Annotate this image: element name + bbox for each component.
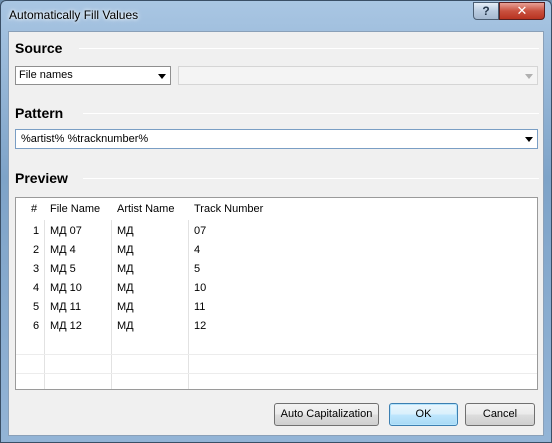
artist-name-cell: МД (117, 320, 134, 332)
pattern-input-value[interactable]: %artist% %tracknumber% (21, 133, 148, 145)
dialog-client-area: Source File names Pattern %artist% %trac… (8, 31, 544, 436)
track-number-cell: 5 (194, 263, 201, 275)
artist-name-cell: МД (117, 301, 134, 313)
source-section-title: Source (15, 40, 63, 56)
section-divider (83, 178, 539, 179)
row-divider (16, 354, 537, 355)
artist-name-cell: МД (117, 225, 134, 237)
row-divider (16, 373, 537, 374)
pattern-combobox[interactable]: %artist% %tracknumber% (15, 129, 538, 149)
row-index: 5 (33, 301, 40, 313)
section-divider (79, 48, 539, 49)
row-index: 1 (33, 225, 40, 237)
artist-name-cell: МД (117, 244, 134, 256)
source-dropdown-value: File names (19, 69, 73, 81)
preview-section-title: Preview (15, 170, 68, 186)
table-row[interactable]: 3 МД 5 МД 5 (16, 260, 537, 279)
table-row[interactable]: 2 МД 4 МД 4 (16, 241, 537, 260)
table-row[interactable]: 1 МД 07 МД 07 (16, 222, 537, 241)
source-secondary-dropdown (178, 66, 538, 85)
file-name-cell: МД 12 (50, 320, 82, 332)
ok-button[interactable]: OK (389, 403, 458, 426)
column-header-track-number[interactable]: Track Number (194, 203, 263, 215)
track-number-cell: 10 (194, 282, 207, 294)
preview-table[interactable]: # File Name Artist Name Track Number 1 М… (15, 197, 538, 390)
track-number-cell: 12 (194, 320, 207, 332)
source-dropdown[interactable]: File names (15, 66, 171, 85)
artist-name-cell: МД (117, 263, 134, 275)
track-number-cell: 11 (194, 301, 206, 313)
row-index: 3 (33, 263, 40, 275)
file-name-cell: МД 11 (50, 301, 82, 313)
close-button[interactable]: ✕ (499, 2, 545, 20)
column-header-artist-name[interactable]: Artist Name (117, 203, 174, 215)
file-name-cell: МД 07 (50, 225, 82, 237)
table-header: # File Name Artist Name Track Number (16, 198, 537, 220)
row-index: 4 (33, 282, 40, 294)
file-name-cell: МД 4 (50, 244, 76, 256)
pattern-section-title: Pattern (15, 105, 64, 121)
auto-capitalization-button[interactable]: Auto Capitalization (274, 403, 379, 426)
file-name-cell: МД 10 (50, 282, 82, 294)
chevron-down-icon (525, 74, 533, 79)
title-bar[interactable]: Automatically Fill Values ? ✕ (1, 1, 551, 31)
cancel-button[interactable]: Cancel (465, 403, 535, 426)
table-row[interactable]: 6 МД 12 МД 12 (16, 317, 537, 336)
chevron-down-icon[interactable] (525, 137, 533, 142)
row-index: 2 (33, 244, 40, 256)
row-index: 6 (33, 320, 40, 332)
window-title: Automatically Fill Values (9, 8, 139, 22)
track-number-cell: 07 (194, 225, 207, 237)
column-header-index[interactable]: # (31, 203, 37, 215)
file-name-cell: МД 5 (50, 263, 76, 275)
table-row[interactable]: 5 МД 11 МД 11 (16, 298, 537, 317)
help-button[interactable]: ? (473, 2, 499, 20)
chevron-down-icon (158, 74, 166, 79)
track-number-cell: 4 (194, 244, 201, 256)
section-divider (83, 113, 539, 114)
column-header-file-name[interactable]: File Name (50, 203, 100, 215)
dialog-window: Automatically Fill Values ? ✕ Source Fil… (0, 0, 552, 443)
artist-name-cell: МД (117, 282, 134, 294)
table-row[interactable]: 4 МД 10 МД 10 (16, 279, 537, 298)
